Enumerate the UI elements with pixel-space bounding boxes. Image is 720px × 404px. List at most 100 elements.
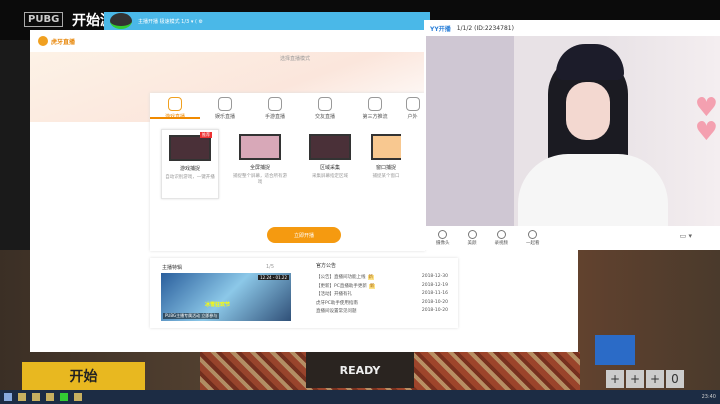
banner-date: 12.24 - 01.22 (258, 275, 289, 280)
card-region-capture[interactable]: 区域采集 采集屏幕指定区域 (301, 129, 359, 199)
add-teammate-button[interactable]: + (626, 370, 644, 388)
announcement-date: 2018-10-20 (421, 299, 448, 305)
featured-pager[interactable]: 1/5 (266, 264, 274, 270)
monitor-icon (309, 134, 351, 160)
watch-together-button[interactable]: 一起看 (526, 230, 540, 246)
yy-brand: YY开播 (430, 25, 451, 33)
card-desc: 捕捉某个窗口 (372, 174, 400, 179)
play-icon (496, 230, 506, 239)
tab-label: 户外 (407, 114, 418, 119)
card-window-capture[interactable]: 窗口捕捉捕捉某个窗口 (371, 129, 401, 199)
beauty-icon (467, 230, 477, 239)
list-item[interactable]: 直播间设置常见问题 2018-10-20 (316, 308, 448, 317)
beauty-tool-button[interactable]: 美颜 (467, 230, 477, 246)
game-start-button[interactable]: 开始 (22, 362, 145, 390)
card-name: 区域采集 (319, 165, 340, 171)
new-badge: 新 (368, 283, 376, 289)
tab-third-party[interactable]: 第三方推流 (350, 97, 400, 120)
tab-label: 手游直播 (264, 114, 285, 120)
camera-icon (438, 230, 448, 239)
pubg-logo: PUBG (24, 12, 64, 27)
monitor-icon (239, 134, 281, 160)
record-tool-button[interactable]: 录视频 (494, 230, 509, 246)
list-item[interactable]: 【公告】直播间功能上线新 2018-12-30 (316, 274, 448, 283)
announcement-text: 【活动】开播有礼 (316, 292, 352, 297)
list-item[interactable]: 虎牙PC助手使用指南 2018-10-20 (316, 300, 448, 309)
announcement-list: 【公告】直播间功能上线新 2018-12-30 【更新】PC直播助手更新新 2018… (316, 274, 448, 317)
list-item[interactable]: 【活动】开播有礼 2018-11-16 (316, 291, 448, 300)
tab-outdoor[interactable]: 户外 (400, 97, 425, 119)
heart-decoration: ♥ ♥ (694, 93, 718, 147)
huya-logo-icon (38, 36, 48, 46)
card-name: 窗口捕捉 (375, 165, 396, 171)
tool-label: 一起看 (526, 241, 540, 246)
card-name: 全屏捕捉 (249, 165, 270, 171)
taskbar-app-icon[interactable] (60, 393, 68, 401)
recommend-badge: 推荐 (200, 132, 212, 138)
announcement-text: 直播间设置常见问题 (316, 309, 357, 314)
taskbar-app-icon[interactable] (18, 393, 26, 401)
tool-label: 录视频 (494, 241, 509, 246)
card-name: 游戏捕捉 (179, 166, 200, 172)
tab-entertainment-live[interactable]: 娱乐直播 (200, 97, 250, 120)
announcement-date: 2018-12-19 (421, 282, 448, 288)
camera-preview: ♥ ♥ (426, 36, 720, 226)
party-count[interactable]: 0 (666, 370, 684, 388)
tab-label: 娱乐直播 (214, 114, 235, 120)
yy-bar-text: 主播开播 极速模式 1/3 ▾ ⟨ ⚙ (138, 18, 203, 25)
banner-caption: PUBG主播专属活动 立即参与 (163, 313, 220, 319)
taskbar: 23:40 (0, 390, 720, 404)
huya-logo: 虎牙直播 (38, 36, 75, 46)
add-teammate-button[interactable]: + (646, 370, 664, 388)
announcement-date: 2018-11-16 (421, 291, 448, 296)
tool-label: 摄像头 (436, 241, 450, 246)
taskbar-clock[interactable]: 23:40 (702, 394, 716, 400)
streamer-figure (518, 44, 668, 226)
tool-label: 美颜 (467, 241, 477, 246)
card-fullscreen-capture[interactable]: 全屏捕捉 捕捉整个屏幕，适合所有游戏 (231, 129, 289, 199)
start-broadcast-button[interactable]: 立即开播 (267, 227, 341, 243)
list-item[interactable]: 【更新】PC直播助手更新新 2018-12-19 (316, 283, 448, 292)
share-icon (368, 97, 382, 111)
announcement-text: 【公告】直播间功能上线 (316, 275, 366, 280)
taskbar-app-icon[interactable] (46, 393, 54, 401)
news-panel: 主播特辑 1/5 12.24 - 01.22 冰雪狂欢节 PUBG主播专属活动 立即… (150, 258, 458, 328)
tab-social-live[interactable]: 交友直播 (300, 97, 350, 120)
featured-title: 主播特辑 (162, 265, 183, 271)
taskbar-app-icon[interactable] (32, 393, 40, 401)
announcement-date: 2018-12-30 (421, 274, 448, 279)
mode-panel: 游戏直播 娱乐直播 手游直播 交友直播 第三方推流 户外 推荐游戏捕捉自动识别游… (150, 93, 425, 251)
camera-tool-button[interactable]: 摄像头 (436, 230, 450, 246)
tab-game-live[interactable]: 游戏直播 (150, 97, 200, 120)
yy-room-info: 1/1/2 (ID:2234781) (456, 24, 514, 32)
tab-mobile-live[interactable]: 手游直播 (250, 97, 300, 120)
windows-start-icon[interactable] (4, 393, 12, 401)
add-teammate-button[interactable]: + (606, 370, 624, 388)
monitor-icon (371, 134, 401, 160)
ready-button[interactable]: READY (306, 352, 414, 388)
film-reel-icon (528, 230, 538, 239)
new-badge: 新 (367, 275, 374, 280)
tab-label: 交友直播 (314, 114, 335, 120)
monitor-icon (169, 135, 211, 161)
announcement-date: 2018-10-20 (421, 308, 448, 313)
featured-banner[interactable]: 12.24 - 01.22 冰雪狂欢节 PUBG主播专属活动 立即参与 (161, 273, 291, 321)
microphone-icon (218, 97, 232, 111)
camera-dropdown-icon[interactable]: ▭ ▾ (680, 232, 692, 240)
yy-floating-bar[interactable]: 主播开播 极速模式 1/3 ▾ ⟨ ⚙ (104, 12, 430, 30)
announcement-text: 虎牙PC助手使用指南 (316, 300, 358, 306)
huya-logo-text: 虎牙直播 (51, 38, 76, 46)
banner-event: 冰雪狂欢节 (205, 302, 231, 308)
phone-icon (268, 97, 282, 111)
card-desc: 自动识别游戏，一键开播 (165, 175, 215, 180)
heart-icon (318, 97, 332, 111)
announcement-text: 【更新】PC直播助手更新 (316, 283, 367, 289)
taskbar-app-icon[interactable] (74, 393, 82, 401)
announcements-title: 官方公告 (316, 263, 337, 269)
yy-broadcast-window: YY开播 1/1/2 (ID:2234781) ♥ ♥ 摄像头 美颜 录视频 一起看… (424, 20, 720, 250)
mode-title: 选择直播模式 (279, 56, 310, 62)
gamepad-icon (168, 97, 182, 111)
avatar (110, 13, 132, 29)
card-game-capture[interactable]: 推荐游戏捕捉自动识别游戏，一键开播 (161, 129, 219, 199)
airdrop-crate (595, 335, 635, 365)
